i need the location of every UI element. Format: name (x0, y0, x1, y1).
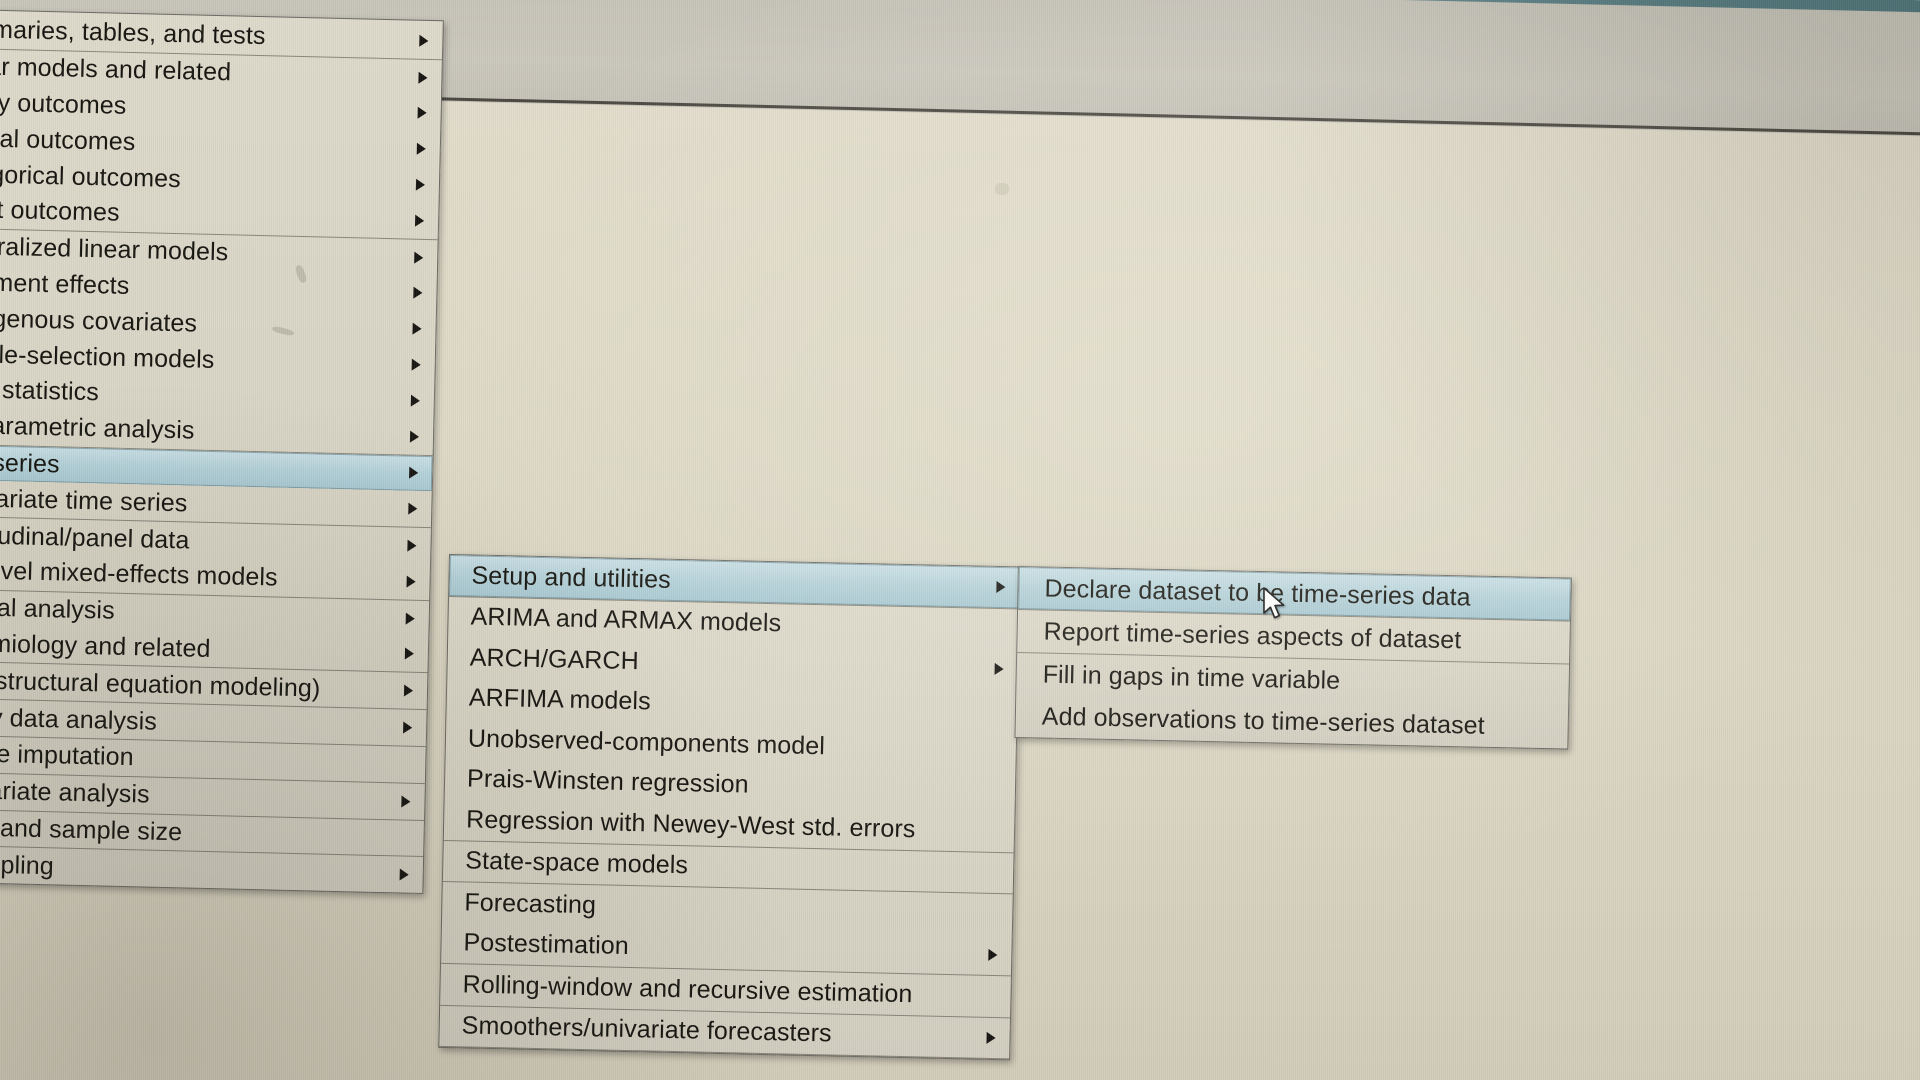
time-series-menu-item-label: ARCH/GARCH (469, 643, 640, 675)
submenu-arrow-icon (414, 251, 424, 264)
statistics-menu-item-label: Resampling (0, 848, 55, 881)
submenu-arrow-icon (399, 868, 409, 881)
setup-menu-item-label: Add observations to time-series dataset (1041, 702, 1486, 740)
statistics-menu-item-label: Categorical outcomes (0, 158, 182, 193)
time-series-menu-item-label: Rolling-window and recursive estimation (462, 970, 913, 1008)
statistics-menu-item-label: Summaries, tables, and tests (0, 14, 266, 51)
statistics-menu-item-label: Generalized linear models (0, 231, 229, 267)
setup-and-utilities-submenu[interactable]: Declare dataset to be time-series data Re… (1014, 566, 1572, 750)
submenu-arrow-icon (403, 721, 413, 734)
submenu-arrow-icon (408, 502, 418, 516)
submenu-arrow-icon (404, 647, 415, 661)
time-series-menu-item-label: Postestimation (463, 928, 630, 961)
time-series-menu-item-label: Setup and utilities (471, 561, 672, 594)
setup-menu-item-label: Report time-series aspects of dataset (1043, 617, 1462, 654)
submenu-arrow-icon (996, 581, 1006, 594)
time-series-menu-item-label: ARIMA and ARMAX models (470, 602, 782, 638)
submenu-arrow-icon (417, 107, 427, 120)
submenu-arrow-icon (410, 394, 421, 407)
statistics-menu[interactable]: Summaries, tables, and tests Linear model… (0, 8, 444, 895)
submenu-arrow-icon (401, 795, 411, 808)
submenu-arrow-icon (986, 1031, 996, 1044)
statistics-menu-item-label: Treatment effects (0, 267, 130, 300)
statistics-menu-item-label: Power and sample size (0, 812, 183, 847)
statistics-menu-item-label: SEM (structural equation modeling) (0, 665, 321, 703)
submenu-arrow-icon (412, 322, 422, 336)
time-series-menu-item-label: Unobserved-components model (467, 724, 826, 760)
statistics-menu-item-label: Sample-selection models (0, 338, 215, 374)
time-series-menu-item-label: State-space models (465, 846, 689, 880)
statistics-menu-item-label: Count outcomes (0, 194, 121, 228)
submenu-arrow-icon (411, 358, 421, 371)
submenu-arrow-icon (418, 71, 428, 84)
statistics-menu-item-label: Time series (0, 447, 60, 479)
setup-menu-item-label: Fill in gaps in time variable (1042, 660, 1341, 695)
time-series-menu-item-label: Prais-Winsten regression (466, 764, 750, 799)
statistics-menu-item-label: Multilevel mixed-effects models (0, 555, 279, 592)
submenu-arrow-icon (413, 287, 423, 300)
submenu-arrow-icon (407, 539, 417, 552)
statistics-menu-item-label: Ordinal outcomes (0, 123, 136, 156)
submenu-arrow-icon (409, 430, 420, 443)
submenu-arrow-icon (416, 142, 426, 156)
submenu-arrow-icon (994, 663, 1004, 676)
statistics-menu-item-label: Longitudinal/panel data (0, 519, 190, 554)
statistics-menu-item-label: Nonparametric analysis (0, 410, 195, 445)
statistics-menu-item-label: Exact statistics (0, 375, 100, 407)
time-series-menu-item-label: Forecasting (464, 888, 597, 920)
statistics-menu-item-label: Survey data analysis (0, 701, 158, 736)
submenu-arrow-icon (414, 214, 425, 227)
time-series-menu-item-label: Regression with Newey-West std. errors (465, 805, 916, 843)
submenu-arrow-icon (419, 34, 429, 47)
screen-photo: Summaries, tables, and tests Linear model… (0, 0, 1920, 1080)
submenu-arrow-icon (406, 575, 416, 588)
submenu-arrow-icon (409, 467, 419, 480)
time-series-submenu[interactable]: Setup and utilities ARIMA and ARMAX model… (438, 554, 1021, 1061)
setup-menu-item-label: Declare dataset to be time-series data (1044, 574, 1471, 611)
statistics-menu-item-label: Multivariate analysis (0, 775, 151, 809)
statistics-menu-item-label: Survival analysis (0, 592, 116, 625)
statistics-menu-item-label: Binary outcomes (0, 87, 127, 120)
statistics-menu-item-label: Endogenous covariates (0, 303, 198, 338)
statistics-menu-item-label: Multivariate time series (0, 483, 188, 518)
statistics-menu-item-label: Multiple imputation (0, 738, 135, 772)
statistics-menu-item-label: Epidemiology and related (0, 628, 211, 663)
submenu-arrow-icon (405, 612, 415, 625)
time-series-menu-item-label: Smoothers/univariate forecasters (461, 1011, 832, 1048)
statistics-menu-item-label: Linear models and related (0, 51, 232, 87)
time-series-menu-item-label: ARFIMA models (468, 683, 652, 716)
submenu-arrow-icon (988, 948, 998, 961)
submenu-arrow-icon (415, 178, 426, 191)
submenu-arrow-icon (403, 684, 414, 697)
